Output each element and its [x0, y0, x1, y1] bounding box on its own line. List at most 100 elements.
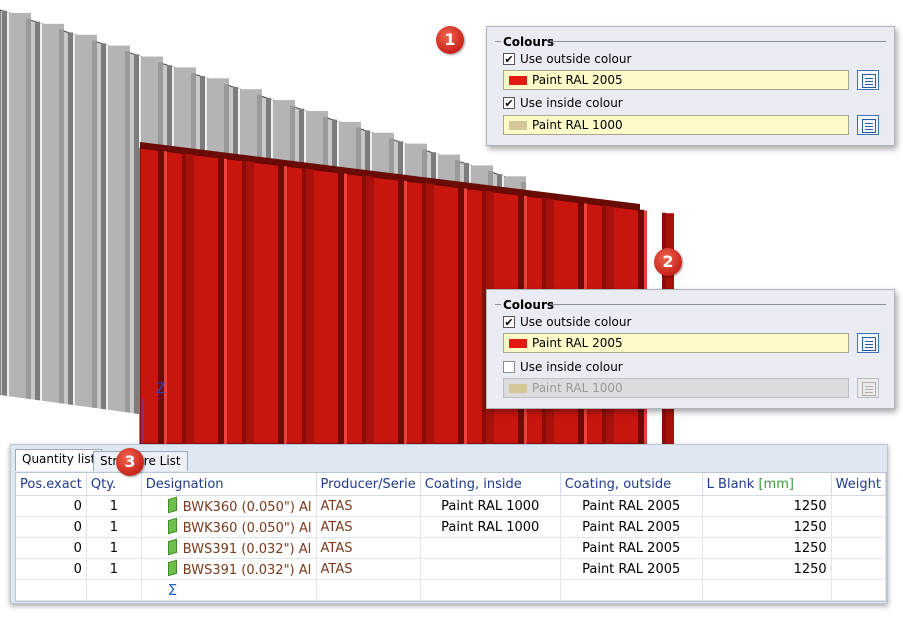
colours-panel-2: Colours ✔ Use outside colour Paint RAL 2…	[486, 289, 895, 409]
cell-weight	[831, 537, 887, 559]
sum-cell-qty	[86, 579, 142, 601]
cell-pos: 0	[16, 495, 87, 517]
inside-colour-picker-button[interactable]	[857, 115, 879, 135]
sum-cell-coat_in	[420, 579, 561, 601]
sum-cell-designation: Σ	[141, 579, 317, 601]
cell-designation: BWS391 (0.032") Al	[141, 558, 317, 580]
cell-coat_out: Paint RAL 2005	[560, 495, 703, 517]
sum-cell-pos	[16, 579, 87, 601]
part-icon	[167, 496, 177, 513]
cell-weight	[831, 495, 887, 517]
inside-colour-checkbox[interactable]: ✔	[503, 97, 515, 110]
inside-colour-label: Use inside colour	[520, 96, 623, 110]
tab-quantity-list[interactable]: Quantity list	[15, 449, 103, 471]
outside-colour-checkbox[interactable]: ✔	[503, 316, 515, 329]
outside-colour-field[interactable]: Paint RAL 2005	[503, 70, 849, 90]
outside-colour-field[interactable]: Paint RAL 2005	[503, 333, 849, 353]
cell-qty: 1	[86, 516, 142, 538]
table-row[interactable]: 0 1 BWK360 (0.050") Al ATAS Paint RAL 1000 Pa…	[16, 516, 887, 538]
sum-cell-weight	[831, 579, 887, 601]
sum-cell-lblank	[702, 579, 832, 601]
cell-coat_in: Paint RAL 1000	[420, 495, 561, 517]
designation-text: BWS391 (0.032") Al	[182, 541, 312, 557]
cell-qty: 1	[86, 558, 142, 580]
cell-producer: ATAS	[316, 558, 421, 580]
outside-colour-picker-button[interactable]	[857, 70, 879, 90]
cell-coat_in	[420, 558, 561, 580]
column-header-coating-inside[interactable]: Coating, inside	[420, 473, 561, 496]
colours-header: Colours	[503, 35, 555, 49]
colours-header: Colours	[503, 298, 555, 312]
inside-colour-value: Paint RAL 1000	[532, 381, 623, 395]
column-header-l-blank[interactable]: L Blank [mm]	[702, 473, 832, 496]
cell-designation: BWK360 (0.050") Al	[141, 495, 317, 517]
designation-text: BWK360 (0.050") Al	[182, 520, 312, 536]
part-icon	[167, 559, 177, 576]
svg-text:Z: Z	[156, 381, 166, 397]
inside-colour-checkbox[interactable]	[503, 361, 515, 373]
inside-colour-value: Paint RAL 1000	[532, 118, 623, 132]
cell-lblank: 1250	[702, 537, 832, 559]
cell-designation: BWK360 (0.050") Al	[141, 516, 317, 538]
cell-qty: 1	[86, 537, 142, 559]
inside-colour-swatch	[509, 121, 527, 130]
column-header-designation[interactable]: Designation	[141, 473, 317, 496]
column-header-weight[interactable]: Weight	[831, 473, 887, 496]
column-header-pos[interactable]: Pos.exact	[16, 473, 87, 496]
colours-panel-1: Colours ✔ Use outside colour Paint RAL 2…	[486, 26, 895, 146]
cell-producer: ATAS	[316, 516, 421, 538]
inside-colour-label: Use inside colour	[520, 360, 623, 374]
cell-weight	[831, 516, 887, 538]
outside-colour-swatch	[509, 339, 527, 348]
column-header-producer[interactable]: Producer/Serie	[316, 473, 421, 496]
inside-colour-field: Paint RAL 1000	[503, 378, 849, 398]
table-row[interactable]: 0 1 BWK360 (0.050") Al ATAS Paint RAL 1000 Pa…	[16, 495, 887, 517]
outside-colour-checkbox[interactable]: ✔	[503, 53, 515, 66]
callout-badge-3: 3	[116, 448, 144, 476]
column-header-qty[interactable]: Qty.	[86, 473, 142, 496]
l-blank-unit: [mm]	[758, 476, 794, 492]
part-icon	[167, 538, 177, 555]
outside-colour-label: Use outside colour	[520, 315, 632, 329]
part-icon	[167, 517, 177, 534]
sum-icon: Σ	[167, 581, 178, 599]
cell-coat_in: Paint RAL 1000	[420, 516, 561, 538]
cell-pos: 0	[16, 558, 87, 580]
outside-colour-picker-button[interactable]	[857, 333, 879, 353]
callout-badge-1: 1	[436, 26, 464, 54]
cell-weight	[831, 558, 887, 580]
colour-picker-icon	[862, 74, 876, 88]
designation-text: BWS391 (0.032") Al	[182, 562, 312, 578]
colour-picker-icon	[862, 337, 876, 351]
sum-row: Σ	[16, 579, 887, 601]
l-blank-label: L Blank	[706, 476, 755, 492]
cell-pos: 0	[16, 537, 87, 559]
quantity-table: Pos.exact Qty. Designation Producer/Seri…	[15, 472, 887, 602]
inside-colour-field[interactable]: Paint RAL 1000	[503, 115, 849, 135]
cell-lblank: 1250	[702, 495, 832, 517]
column-header-coating-outside[interactable]: Coating, outside	[560, 473, 703, 496]
cell-designation: BWS391 (0.032") Al	[141, 537, 317, 559]
cell-coat_in	[420, 537, 561, 559]
cell-lblank: 1250	[702, 558, 832, 580]
outside-colour-value: Paint RAL 2005	[532, 336, 623, 350]
table-row[interactable]: 0 1 BWS391 (0.032") Al ATAS Paint RAL 2005 12…	[16, 537, 887, 559]
cell-coat_out: Paint RAL 2005	[560, 537, 703, 559]
cell-producer: ATAS	[316, 537, 421, 559]
table-row[interactable]: 0 1 BWS391 (0.032") Al ATAS Paint RAL 2005 12…	[16, 558, 887, 580]
colour-picker-icon	[862, 119, 876, 133]
inside-colour-swatch	[509, 384, 527, 393]
designation-text: BWK360 (0.050") Al	[182, 499, 312, 515]
cell-coat_out: Paint RAL 2005	[560, 516, 703, 538]
cell-coat_out: Paint RAL 2005	[560, 558, 703, 580]
sum-cell-coat_out	[560, 579, 703, 601]
outside-colour-value: Paint RAL 2005	[532, 73, 623, 87]
sum-cell-producer	[316, 579, 421, 601]
callout-badge-2: 2	[654, 248, 682, 276]
outside-colour-label: Use outside colour	[520, 52, 632, 66]
cell-pos: 0	[16, 516, 87, 538]
inside-colour-picker-button	[857, 378, 879, 398]
colour-picker-icon	[862, 382, 876, 396]
cell-lblank: 1250	[702, 516, 832, 538]
cell-producer: ATAS	[316, 495, 421, 517]
